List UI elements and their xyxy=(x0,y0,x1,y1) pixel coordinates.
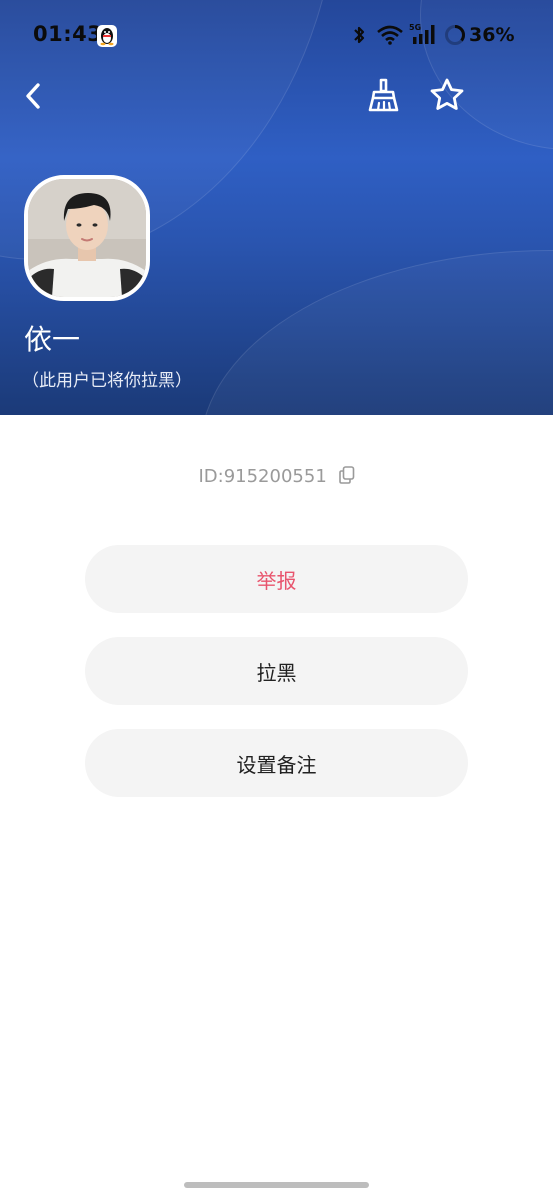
report-button[interactable]: 举报 xyxy=(85,545,468,613)
qq-penguin-icon xyxy=(97,25,117,47)
blocked-status-note: （此用户已将你拉黑） xyxy=(22,371,192,391)
copy-icon[interactable] xyxy=(338,466,355,484)
header-decoration xyxy=(200,250,553,415)
star-icon[interactable] xyxy=(428,76,466,114)
block-button[interactable]: 拉黑 xyxy=(85,637,468,705)
profile-name: 依一 xyxy=(24,323,81,356)
user-id-text: ID:915200551 xyxy=(198,466,327,487)
battery-percent: 36% xyxy=(469,24,515,46)
battery-ring-icon xyxy=(445,25,465,45)
chevron-left-icon[interactable] xyxy=(20,80,48,112)
wifi-icon xyxy=(377,25,403,45)
signal-icon: 5G xyxy=(409,23,435,44)
status-time: 01:43 xyxy=(33,22,103,46)
bluetooth-icon xyxy=(354,26,365,44)
avatar[interactable] xyxy=(24,175,150,301)
user-id-row: ID:915200551 xyxy=(0,466,553,487)
set-remark-button[interactable]: 设置备注 xyxy=(85,729,468,797)
status-bar: 01:43 5G 36% xyxy=(0,0,553,70)
broom-icon[interactable] xyxy=(366,76,402,114)
avatar-photo xyxy=(28,179,146,297)
home-indicator[interactable] xyxy=(184,1182,369,1188)
network-label: 5G xyxy=(409,23,421,32)
